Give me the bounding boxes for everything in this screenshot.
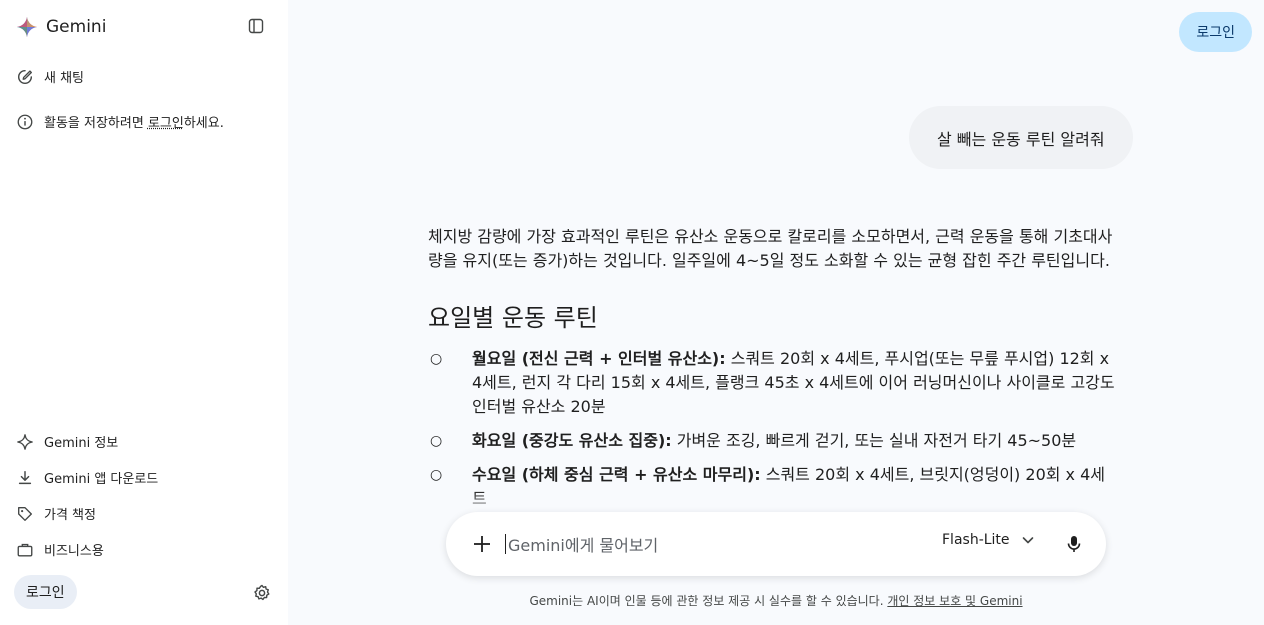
prompt-composer: Flash-Lite [446,512,1106,576]
edit-icon [17,69,33,84]
sidebar-login-button[interactable]: 로그인 [14,575,77,609]
sidebar-item-label: 비즈니스용 [44,544,104,559]
header-login-button[interactable]: 로그인 [1179,12,1252,52]
sidebar-item-pricing[interactable]: 가격 책정 [16,504,96,523]
sidebar: Gemini 새 채팅 활동을 저장하려면 로그인하세요. Gemini 정보 [0,0,288,625]
sidebar-panel-icon [248,18,264,34]
prompt-input[interactable] [506,530,890,560]
model-selector[interactable]: Flash-Lite [942,532,1036,548]
section-title: 요일별 운동 루틴 [428,304,598,332]
sidebar-toggle-button[interactable] [246,16,266,36]
sparkle-icon [17,433,33,450]
hint-suffix: 하세요. [183,116,224,131]
hint-login-link[interactable]: 로그인 [148,116,184,131]
gemini-logo[interactable]: Gemini [16,16,106,38]
bullet-icon: ○ [430,351,443,367]
info-icon [17,114,33,129]
user-message: 살 빼는 운동 루틴 알려줘 [909,106,1133,169]
sidebar-item-label: Gemini 정보 [44,436,119,451]
item-title: 월요일 (전신 근력 + 인터벌 유산소): [472,349,726,368]
download-icon [18,470,32,484]
hint-prefix: 활동을 저장하려면 [44,116,148,131]
sidebar-item-label: 가격 책정 [44,508,96,523]
gemini-spark-icon [16,16,38,38]
list-item: ○ 화요일 (중강도 유산소 집중): 가벼운 조깅, 빠르게 걷기, 또는 실내… [428,429,1118,453]
item-title: 수요일 (하체 중심 근력 + 유산소 마무리): [472,465,761,484]
briefcase-icon [17,543,33,557]
item-text: 가벼운 조깅, 빠르게 걷기, 또는 실내 자전거 타기 45~50분 [671,431,1077,450]
new-chat-label: 새 채팅 [44,71,85,86]
plus-icon [474,536,490,552]
response-intro: 체지방 감량에 가장 효과적인 루틴은 유산소 운동으로 칼로리를 소모하면서,… [428,227,1113,270]
bullet-icon: ○ [430,467,443,483]
sidebar-item-gemini-info[interactable]: Gemini 정보 [16,432,118,451]
privacy-link[interactable]: 개인 정보 보호 및 Gemini [887,594,1022,608]
sidebar-item-label: Gemini 앱 다운로드 [44,472,159,487]
new-chat-button[interactable]: 새 채팅 [16,67,84,86]
microphone-button[interactable] [1062,532,1086,556]
tag-icon [18,506,32,521]
item-title: 화요일 (중강도 유산소 집중): [472,431,672,450]
login-hint-text: 활동을 저장하려면 로그인하세요. [44,112,224,131]
list-item: ○ 월요일 (전신 근력 + 인터벌 유산소): 스쿼트 20회 x 4세트, 푸… [428,347,1118,419]
sidebar-item-business[interactable]: 비즈니스용 [16,540,104,559]
disclaimer-text: Gemini는 AI이며 인물 등에 관한 정보 제공 시 실수를 할 수 있습… [529,594,888,608]
microphone-icon [1067,536,1081,552]
login-hint: 활동을 저장하려면 로그인하세요. [16,112,224,131]
sidebar-item-download[interactable]: Gemini 앱 다운로드 [16,468,158,487]
model-response: 체지방 감량에 가장 효과적인 루틴은 유산소 운동으로 칼로리를 소모하면서,… [428,225,1118,515]
main-area: 로그인 살 빼는 운동 루틴 알려줘 체지방 감량에 가장 효과적인 루틴은 유… [288,0,1264,625]
model-name: Flash-Lite [942,532,1010,548]
disclaimer: Gemini는 AI이며 인물 등에 관한 정보 제공 시 실수를 할 수 있습… [288,592,1264,609]
gear-icon [254,584,270,601]
chevron-down-icon [1022,537,1033,544]
settings-button[interactable] [252,583,272,603]
routine-list: ○ 월요일 (전신 근력 + 인터벌 유산소): 스쿼트 20회 x 4세트, 푸… [428,347,1118,511]
bullet-icon: ○ [430,433,443,449]
brand-name: Gemini [46,17,107,37]
add-attachment-button[interactable] [470,532,494,556]
